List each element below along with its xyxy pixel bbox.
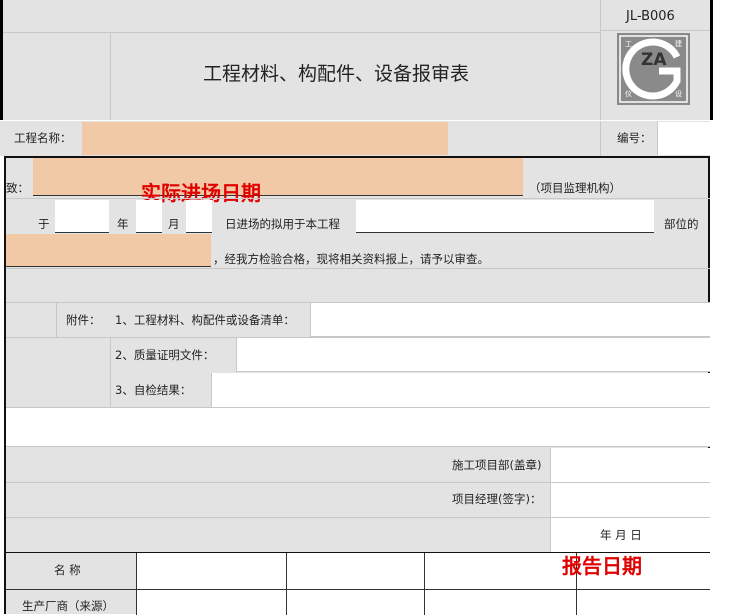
header-code-line <box>600 30 710 31</box>
year-field[interactable] <box>55 200 109 233</box>
attachments-col-line <box>56 303 57 337</box>
project-name-label: 工程名称： <box>14 131 72 145</box>
logo-char-4: 设 <box>675 90 682 98</box>
form-code: JL-B006 <box>626 9 675 24</box>
left-edge-bar <box>0 0 3 120</box>
material-field[interactable] <box>6 234 211 267</box>
header-background <box>0 0 710 120</box>
dept-seal-field[interactable] <box>551 448 710 482</box>
attachment-2-field[interactable] <box>236 338 710 372</box>
table-col-line-3 <box>424 553 425 615</box>
company-logo: ZA 工 建 仪 设 <box>617 33 690 105</box>
supervisor-label: （项目监理机构） <box>529 181 621 195</box>
dept-seal-label: 施工项目部(盖章) <box>452 458 542 472</box>
project-name-field[interactable] <box>82 122 448 155</box>
yu-label: 于 <box>38 217 50 231</box>
project-row-divider <box>600 121 601 156</box>
to-field[interactable] <box>33 158 523 196</box>
table-col-line-1 <box>136 553 137 615</box>
table-row-line <box>6 589 710 590</box>
day-field[interactable] <box>186 200 212 233</box>
number-label: 编号： <box>617 131 652 145</box>
month-field[interactable] <box>136 200 162 233</box>
part-text: 部位的 <box>664 217 699 231</box>
month-label: 月 <box>168 217 180 231</box>
manager-sign-field[interactable] <box>551 483 710 517</box>
report-date-annotation: 报告日期 <box>562 554 642 578</box>
inspection-text: ，经我方检验合格，现将相关资料报上，请予以审查。 <box>213 252 489 266</box>
attachment-item-1: 1、工程材料、构配件或设备清单： <box>115 313 295 327</box>
right-edge-bar <box>710 0 713 120</box>
date-row-top-line <box>6 198 710 199</box>
form-title: 工程材料、构配件、设备报审表 <box>203 63 470 85</box>
table-col-line-2 <box>286 553 287 615</box>
attachment-item-2: 2、质量证明文件： <box>115 348 215 362</box>
attachment-item-3: 3、自检结果： <box>115 383 192 397</box>
blank-white-row <box>6 407 710 447</box>
table-manufacturer-label: 生产厂商（来源） <box>22 599 114 613</box>
logo-char-2: 建 <box>675 40 682 48</box>
header-left-divider <box>110 32 111 120</box>
header-right-divider <box>600 0 601 120</box>
number-field[interactable] <box>657 122 710 155</box>
header-top-line <box>0 32 600 33</box>
manager-sign-label: 项目经理(签字)： <box>452 492 542 506</box>
to-label: 致： <box>6 181 29 195</box>
table-name-label: 名 称 <box>54 563 81 577</box>
logo-char-3: 仪 <box>625 90 632 98</box>
attachments-label: 附件： <box>66 313 101 327</box>
blank-row-top-line <box>6 268 710 269</box>
sign-date-text: 年 月 日 <box>600 528 642 542</box>
logo-char-1: 工 <box>625 40 632 48</box>
entry-text: 日进场的拟用于本工程 <box>225 217 340 231</box>
part-field[interactable] <box>356 200 654 233</box>
year-label: 年 <box>117 217 129 231</box>
attachment-3-field[interactable] <box>211 373 710 407</box>
attachment-1-field[interactable] <box>310 303 710 337</box>
attachments-col-line-2 <box>110 337 111 407</box>
logo-text: ZA <box>641 50 667 70</box>
